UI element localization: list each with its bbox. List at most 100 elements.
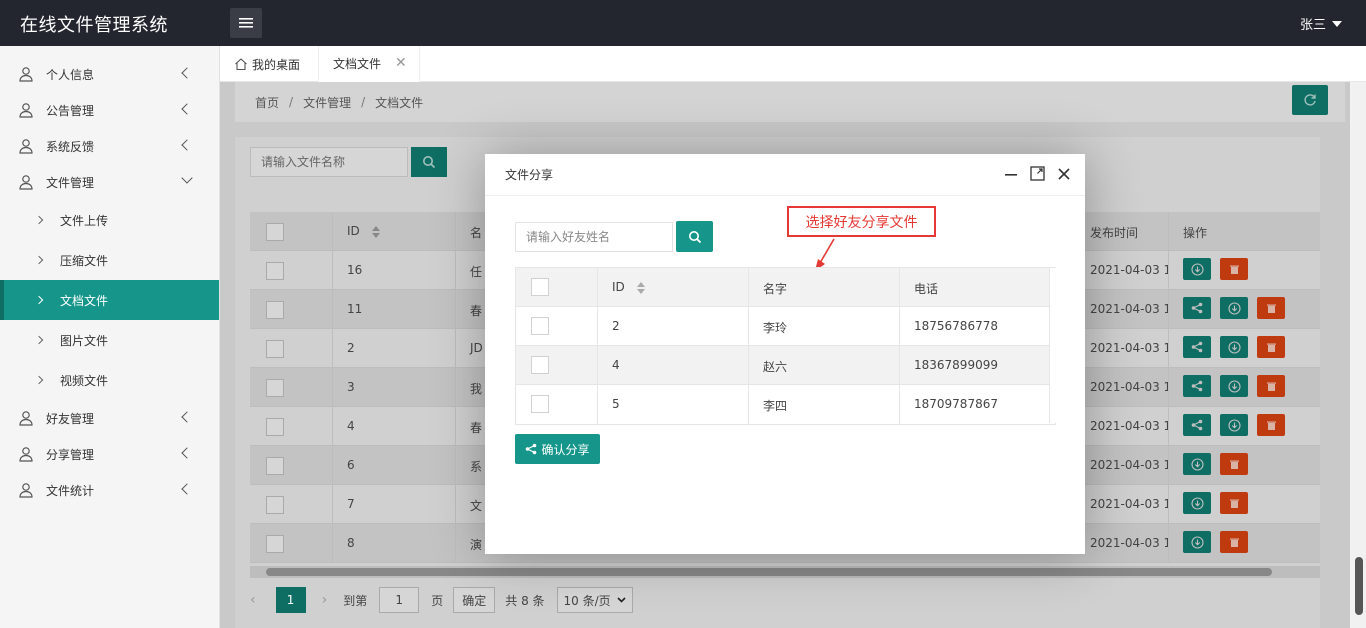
sidebar-sub-item-images[interactable]: 图片文件 <box>0 320 219 360</box>
share-button[interactable] <box>1183 336 1211 358</box>
sidebar-item-statistics[interactable]: 文件统计 <box>0 472 219 508</box>
cell-id: 7 <box>347 497 355 511</box>
user-icon <box>19 175 33 190</box>
friend-row[interactable]: 2 李玲 18756786778 <box>516 307 1055 346</box>
cell-id: 6 <box>347 458 355 472</box>
sidebar-item-friends[interactable]: 好友管理 <box>0 400 219 436</box>
delete-button[interactable] <box>1257 336 1285 358</box>
cell-id: 3 <box>347 380 355 394</box>
user-menu[interactable]: 张三 <box>1300 14 1342 33</box>
friend-search-button[interactable] <box>676 221 713 252</box>
tab-home[interactable]: 我的桌面 <box>234 46 300 82</box>
share-button[interactable] <box>1183 297 1211 319</box>
row-checkbox[interactable] <box>266 535 284 553</box>
row-actions <box>1183 375 1285 397</box>
download-button[interactable] <box>1183 492 1211 514</box>
column-header-name: 名 <box>470 226 483 240</box>
share-button[interactable] <box>1183 414 1211 436</box>
prev-page-icon[interactable]: ‹ <box>250 592 256 608</box>
download-button[interactable] <box>1183 453 1211 475</box>
row-checkbox[interactable] <box>266 301 284 319</box>
page-number-current[interactable]: 1 <box>275 587 306 613</box>
download-icon <box>1190 457 1204 471</box>
sidebar-sub-item-label: 文件上传 <box>60 213 109 228</box>
sidebar-item-announcements[interactable]: 公告管理 <box>0 92 219 128</box>
close-icon[interactable] <box>1057 167 1071 181</box>
delete-button[interactable] <box>1257 414 1285 436</box>
sort-icon[interactable] <box>371 225 380 238</box>
sidebar-sub-item-upload[interactable]: 文件上传 <box>0 200 219 240</box>
column-header-ops: 操作 <box>1183 226 1208 240</box>
download-button[interactable] <box>1220 414 1248 436</box>
page-size-select[interactable]: 10 条/页 <box>556 587 633 613</box>
sidebar-item-file-management[interactable]: 文件管理 <box>0 164 219 200</box>
sidebar-item-shares[interactable]: 分享管理 <box>0 436 219 472</box>
page-unit-label: 页 <box>431 593 444 608</box>
breadcrumb-home[interactable]: 首页 <box>255 94 279 111</box>
download-icon <box>1190 535 1204 549</box>
scrollbar-thumb[interactable] <box>266 568 1272 576</box>
delete-button[interactable] <box>1257 375 1285 397</box>
row-checkbox[interactable] <box>266 262 284 280</box>
delete-button[interactable] <box>1220 492 1248 514</box>
sidebar-sub-item-videos[interactable]: 视频文件 <box>0 360 219 400</box>
close-icon[interactable]: ✕ <box>395 55 407 71</box>
vertical-scrollbar[interactable] <box>1352 82 1366 628</box>
download-button[interactable] <box>1220 375 1248 397</box>
column-divider <box>332 329 333 367</box>
row-checkbox[interactable] <box>266 457 284 475</box>
minimize-icon[interactable] <box>1004 167 1018 181</box>
column-divider <box>1168 485 1169 523</box>
modal-title: 文件分享 <box>505 168 554 182</box>
row-checkbox[interactable] <box>266 496 284 514</box>
breadcrumb-parent[interactable]: 文件管理 <box>303 94 351 111</box>
row-checkbox[interactable] <box>531 395 549 413</box>
download-icon <box>1227 418 1241 432</box>
row-checkbox[interactable] <box>266 340 284 358</box>
row-checkbox[interactable] <box>531 356 549 374</box>
share-button[interactable] <box>1183 375 1211 397</box>
sidebar-item-feedback[interactable]: 系统反馈 <box>0 128 219 164</box>
sort-icon[interactable] <box>636 281 645 294</box>
confirm-share-button[interactable]: 确认分享 <box>515 434 600 464</box>
file-search-input[interactable]: 请输入文件名称 <box>250 147 408 177</box>
column-divider <box>748 385 749 424</box>
sidebar-sub-item-documents[interactable]: 文档文件 <box>0 280 219 320</box>
row-actions <box>1183 258 1248 280</box>
goto-confirm-button[interactable]: 确定 <box>453 587 496 613</box>
download-button[interactable] <box>1183 258 1211 280</box>
select-all-checkbox[interactable] <box>531 278 549 296</box>
delete-button[interactable] <box>1220 453 1248 475</box>
pagination: ‹ 1 › 到第 1 页 确定 共 8 条 10 条/页 <box>250 584 633 616</box>
sidebar-item-profile[interactable]: 个人信息 <box>0 56 219 92</box>
menu-toggle-button[interactable] <box>230 8 262 38</box>
select-all-checkbox[interactable] <box>266 223 284 241</box>
column-divider <box>899 346 900 385</box>
column-header-id[interactable]: ID <box>347 224 380 238</box>
friend-row[interactable]: 5 李四 18709787867 <box>516 385 1055 424</box>
download-button[interactable] <box>1220 336 1248 358</box>
delete-button[interactable] <box>1220 258 1248 280</box>
file-search-button[interactable] <box>411 147 447 177</box>
maximize-icon[interactable] <box>1030 166 1045 181</box>
row-checkbox[interactable] <box>266 418 284 436</box>
delete-button[interactable] <box>1220 531 1248 553</box>
sidebar-sub-item-compressed[interactable]: 压缩文件 <box>0 240 219 280</box>
refresh-button[interactable] <box>1292 85 1328 115</box>
download-button[interactable] <box>1183 531 1211 553</box>
delete-button[interactable] <box>1257 297 1285 319</box>
row-checkbox[interactable] <box>531 317 549 335</box>
friend-search-input[interactable]: 请输入好友姓名 <box>515 222 673 252</box>
friend-row[interactable]: 4 赵六 18367899099 <box>516 346 1055 385</box>
download-button[interactable] <box>1220 297 1248 319</box>
chevron-down-icon <box>617 597 626 603</box>
refresh-icon <box>1304 94 1316 106</box>
modal-body: 请输入好友姓名 选择好友分享文件 ID 名字 电话 2 李玲 18756786778… <box>500 206 1070 474</box>
next-page-icon[interactable]: › <box>322 592 328 608</box>
horizontal-scrollbar[interactable] <box>250 566 1320 578</box>
column-header-id[interactable]: ID <box>612 280 645 294</box>
tab-documents[interactable]: 文档文件 ✕ <box>318 46 420 82</box>
row-checkbox[interactable] <box>266 379 284 397</box>
scrollbar-thumb[interactable] <box>1355 557 1363 615</box>
goto-page-input[interactable]: 1 <box>379 587 420 613</box>
